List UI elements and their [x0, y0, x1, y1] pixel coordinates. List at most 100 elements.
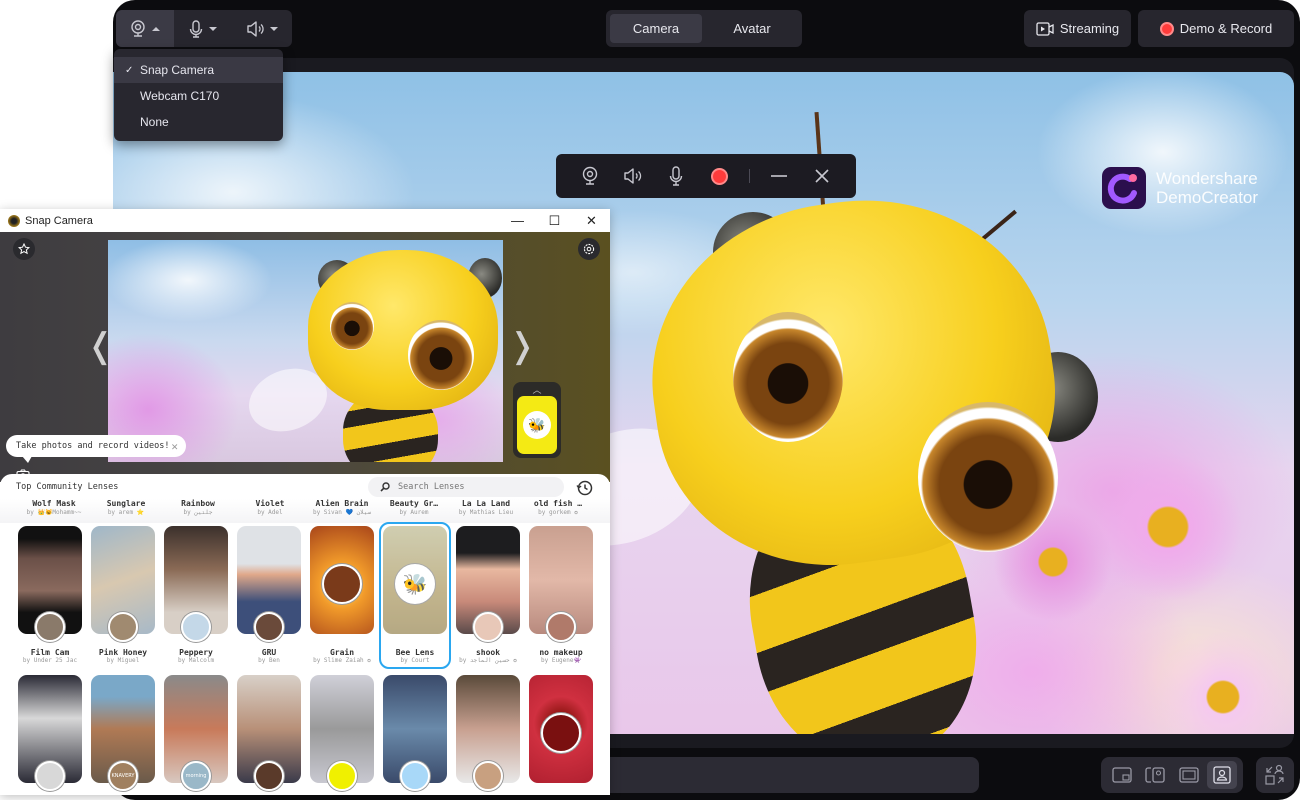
snap-camera-logo-icon [8, 214, 20, 227]
lens-thumbnail [456, 526, 520, 642]
flower-decoration [1093, 452, 1243, 602]
layout-screen-cam-corner-button[interactable] [1107, 761, 1137, 789]
tooltip-close-button[interactable]: ✕ [171, 440, 178, 453]
lens-author: by gorkem ✪ [538, 509, 578, 516]
toolbar-webcam-button[interactable] [568, 154, 611, 198]
chevron-up-icon: ︿ [532, 385, 542, 395]
snap-preview-stage: ❬ ❭ ︿ 🐝 Take photos and record videos! ✕ [0, 232, 610, 482]
star-icon [18, 243, 30, 255]
lens-card-partial[interactable]: Beauty Gr… by Aurem [378, 499, 450, 523]
lens-thumbnail [456, 675, 520, 791]
lens-creator-avatar: KNAVERY [108, 761, 138, 791]
lens-card-partial[interactable]: Wolf Mask by 👑😺Mohamm~~ [18, 499, 90, 523]
lens-thumbnail [18, 675, 82, 791]
option-label: Webcam C170 [140, 89, 220, 103]
toolbar-record-button[interactable] [698, 154, 741, 198]
floating-toolbar [556, 154, 856, 198]
lens-card[interactable]: Grain by Slime Zaiah ✪ [310, 526, 374, 665]
lens-card-partial[interactable]: Sunglare by arem ⭐ [90, 499, 162, 523]
lens-author: by Mathias Lieu [458, 509, 514, 516]
lens-creator-avatar [541, 713, 581, 753]
lens-card[interactable]: Film Cam by Under 25 Jac [18, 526, 82, 665]
gear-icon [583, 243, 595, 255]
lens-card[interactable]: GRU by Ben [237, 526, 301, 665]
lens-creator-avatar [327, 761, 357, 791]
lens-thumbnail: KNAVERY [91, 675, 155, 791]
dropdown-option-snap-camera[interactable]: ✓ Snap Camera [114, 57, 283, 83]
close-icon: ✕ [586, 212, 597, 228]
lens-card[interactable] [310, 675, 374, 791]
window-controls: — ☐ ✕ [499, 209, 610, 232]
snapcode-icon: 🐝 [517, 396, 557, 454]
bee-eye [330, 302, 374, 350]
lens-card-partial[interactable]: Alien Brain by Sivan 💙 سيلان [306, 499, 378, 523]
maximize-button[interactable]: ☐ [536, 209, 573, 232]
close-button[interactable]: ✕ [573, 209, 610, 232]
toolbar-speaker-button[interactable] [611, 154, 654, 198]
lens-author: by Court [400, 657, 430, 664]
lens-card[interactable]: Peppery by Malcolm [164, 526, 228, 665]
record-icon [710, 167, 728, 185]
lens-card[interactable] [18, 675, 82, 791]
microphone-icon [189, 19, 203, 38]
layout-camera-only-button[interactable] [1207, 761, 1238, 789]
swap-layout-button[interactable] [1256, 757, 1294, 793]
snap-titlebar: Snap Camera — ☐ ✕ [0, 209, 610, 232]
lens-card[interactable]: KNAVERY [91, 675, 155, 791]
favorite-button[interactable] [13, 238, 35, 260]
previous-lens-button[interactable]: ❬ [86, 326, 115, 366]
tab-camera[interactable]: Camera [610, 14, 702, 43]
lens-title: Rainbow [181, 499, 215, 508]
settings-button[interactable] [578, 238, 600, 260]
lens-card[interactable]: morning [164, 675, 228, 791]
demo-record-button[interactable]: Demo & Record [1138, 10, 1294, 47]
lens-card[interactable]: no makeup by Eugene👾 [529, 526, 593, 665]
lens-card[interactable] [383, 675, 447, 791]
minimize-button[interactable]: — [499, 209, 536, 232]
lens-card[interactable]: shook by حسين الماجد ✪ [456, 526, 520, 665]
democreator-logo-icon [1102, 167, 1146, 209]
camera-device-button[interactable] [116, 10, 174, 47]
speaker-device-button[interactable] [232, 10, 292, 47]
lens-creator-avatar [473, 612, 503, 642]
lens-card-partial[interactable]: Rainbow by ﺟﻠﺘﻴﻦ [162, 499, 234, 523]
bee-character [240, 240, 502, 462]
lens-card[interactable] [456, 675, 520, 791]
lens-author: by ﺟﻠﺘﻴﻦ [183, 509, 213, 516]
toolbar-minimize-button[interactable] [758, 154, 801, 198]
lens-card[interactable]: Pink Honey by Miguel [91, 526, 155, 665]
lens-card[interactable] [237, 675, 301, 791]
lens-card-partial[interactable]: old fish … by gorkem ✪ [522, 499, 594, 523]
dropdown-option-webcam-c170[interactable]: Webcam C170 [114, 83, 283, 109]
toolbar-microphone-button[interactable] [654, 154, 697, 198]
lens-card-selected[interactable]: 🐝 Bee Lens by Court [379, 522, 451, 669]
history-icon[interactable] [576, 479, 594, 497]
screen-only-icon [1179, 767, 1199, 783]
lens-author: by Under 25 Jac [22, 657, 78, 664]
layout-screen-cam-side-button[interactable] [1140, 761, 1170, 789]
lens-thumbnail: 🐝 [383, 526, 447, 634]
tab-avatar[interactable]: Avatar [706, 14, 798, 43]
bee-eye [733, 312, 843, 442]
lens-card[interactable] [529, 675, 593, 783]
streaming-button[interactable]: Streaming [1024, 10, 1131, 47]
dropdown-option-none[interactable]: None [114, 109, 283, 135]
lens-row: KNAVERY morning [18, 675, 598, 791]
microphone-device-button[interactable] [174, 10, 232, 47]
layout-screen-only-button[interactable] [1174, 761, 1204, 789]
lens-title: no makeup [539, 648, 583, 657]
device-controls [116, 10, 292, 47]
next-lens-button[interactable]: ❭ [508, 326, 537, 366]
caret-down-icon [209, 26, 217, 31]
lens-title: Violet [255, 499, 285, 508]
minimize-icon [771, 175, 788, 177]
toolbar-close-button[interactable] [801, 154, 844, 198]
search-lenses-input[interactable] [398, 482, 548, 492]
minimize-icon: — [511, 213, 524, 228]
snapcode-card[interactable]: ︿ 🐝 [513, 382, 561, 458]
lens-author: by Adel [257, 509, 283, 516]
lens-card-partial[interactable]: La La Land by Mathias Lieu [450, 499, 522, 523]
lens-panel-title: Top Community Lenses [16, 482, 119, 492]
lens-creator-avatar [322, 564, 362, 604]
lens-card-partial[interactable]: Violet by Adel [234, 499, 306, 523]
